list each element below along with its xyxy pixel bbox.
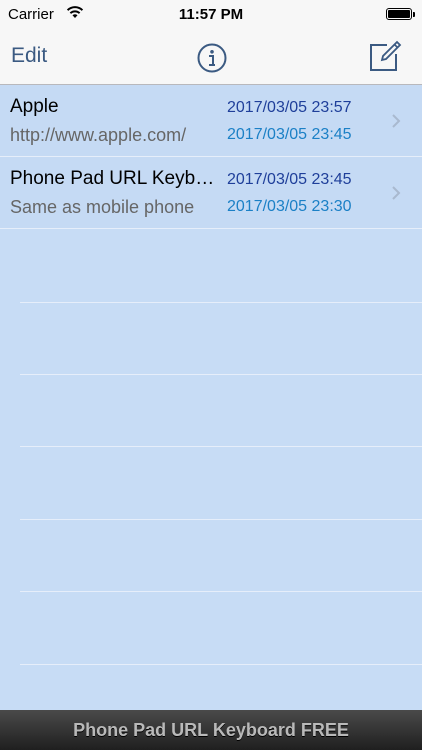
item-date-created: 2017/03/05 23:45 [227, 126, 352, 143]
battery-icon [386, 8, 415, 20]
status-bar: Carrier 11:57 PM [0, 0, 422, 30]
bookmark-list: Apple http://www.apple.com/ 2017/03/05 2… [0, 85, 422, 710]
banner-text: Phone Pad URL Keyboard FREE [73, 719, 349, 740]
item-title: Apple [10, 96, 59, 117]
compose-icon[interactable] [368, 39, 402, 73]
navigation-bar: Edit [0, 30, 422, 85]
list-item[interactable]: Phone Pad URL Keyboard Same as mobile ph… [0, 157, 422, 229]
chevron-right-icon [392, 114, 401, 128]
item-date-modified: 2017/03/05 23:45 [227, 171, 352, 188]
separator [20, 591, 422, 592]
separator [20, 446, 422, 447]
info-icon[interactable] [197, 43, 227, 73]
separator [20, 302, 422, 303]
item-subtitle: http://www.apple.com/ [10, 125, 187, 145]
item-date-created: 2017/03/05 23:30 [227, 198, 352, 215]
list-item[interactable]: Apple http://www.apple.com/ 2017/03/05 2… [0, 85, 422, 157]
chevron-right-icon [392, 186, 401, 200]
separator [20, 664, 422, 665]
separator [20, 374, 422, 375]
separator [20, 519, 422, 520]
item-subtitle: Same as mobile phone [10, 197, 195, 217]
edit-button[interactable]: Edit [11, 44, 47, 68]
item-date-modified: 2017/03/05 23:57 [227, 99, 352, 116]
clock: 11:57 PM [178, 6, 244, 23]
item-title: Phone Pad URL Keyboard [10, 168, 215, 189]
ad-banner[interactable]: Phone Pad URL Keyboard FREE [0, 710, 422, 750]
